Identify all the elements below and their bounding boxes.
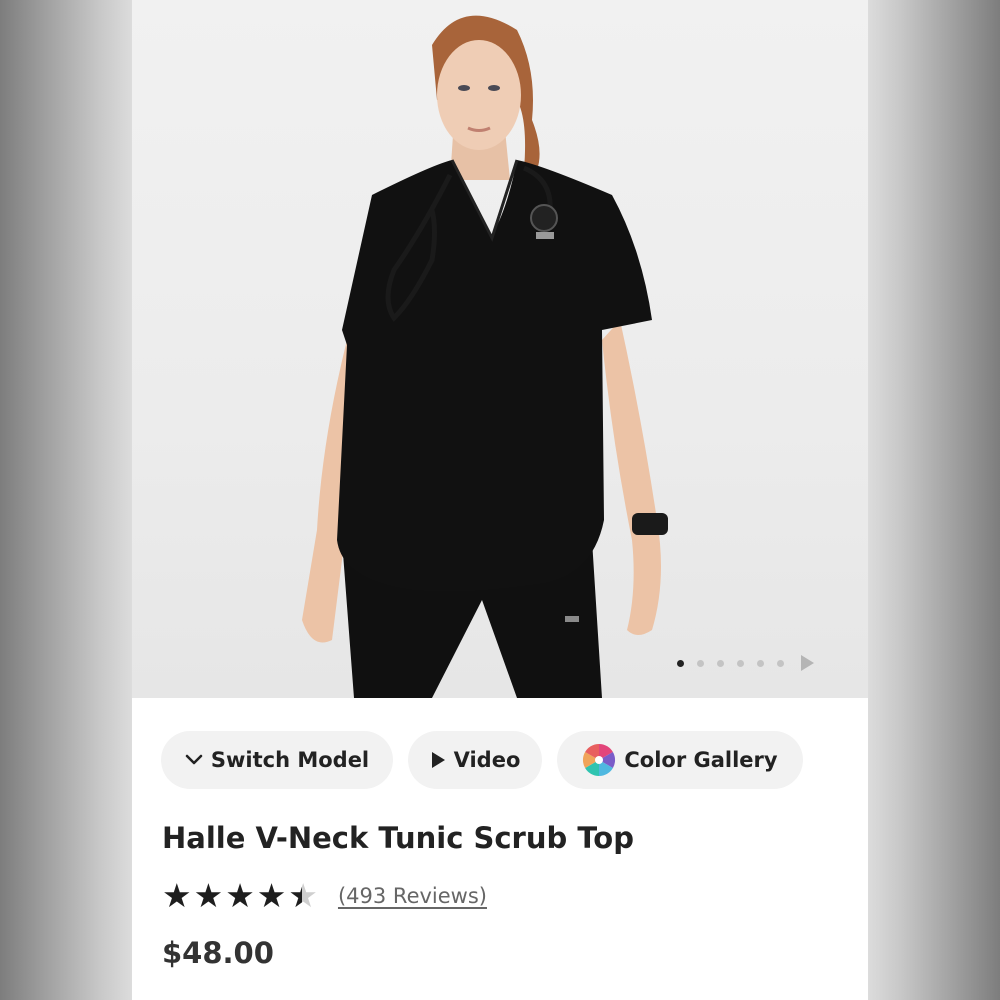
carousel-dot-6[interactable] [777,659,784,667]
star-partial-icon: ★★ [288,876,318,915]
star-full-icon: ★ [256,876,287,915]
star-full-icon: ★ [162,876,192,915]
carousel-dot-2[interactable] [697,659,704,667]
star-full-icon: ★ [193,876,224,915]
product-image-gallery[interactable] [132,0,868,698]
color-gallery-label: Color Gallery [624,748,778,772]
switch-model-button[interactable]: Switch Model [161,731,393,789]
carousel-next-arrow-icon[interactable] [801,655,814,671]
chevron-down-icon [185,754,203,766]
color-gallery-button[interactable]: Color Gallery [557,731,803,789]
product-price: $48.00 [162,936,274,970]
carousel-dot-4[interactable] [737,659,744,667]
carousel-dot-1[interactable] [677,659,684,667]
color-wheel-icon [582,743,616,777]
product-page: Switch Model Video Color Gallery Halle V… [132,0,868,1000]
video-button[interactable]: Video [408,731,542,789]
product-photo [302,15,668,698]
video-label: Video [453,748,521,772]
rating-stars: ★ ★ ★ ★ ★★ [162,878,318,914]
product-rating: ★ ★ ★ ★ ★★ (493 Reviews) [162,878,487,914]
product-title: Halle V-Neck Tunic Scrub Top [162,821,634,855]
play-icon [430,751,446,769]
reviews-link[interactable]: (493 Reviews) [338,884,487,908]
carousel-dot-3[interactable] [717,659,724,667]
carousel-dot-5[interactable] [757,659,764,667]
star-full-icon: ★ [225,876,255,915]
switch-model-label: Switch Model [210,748,370,772]
carousel-indicators [677,655,814,671]
